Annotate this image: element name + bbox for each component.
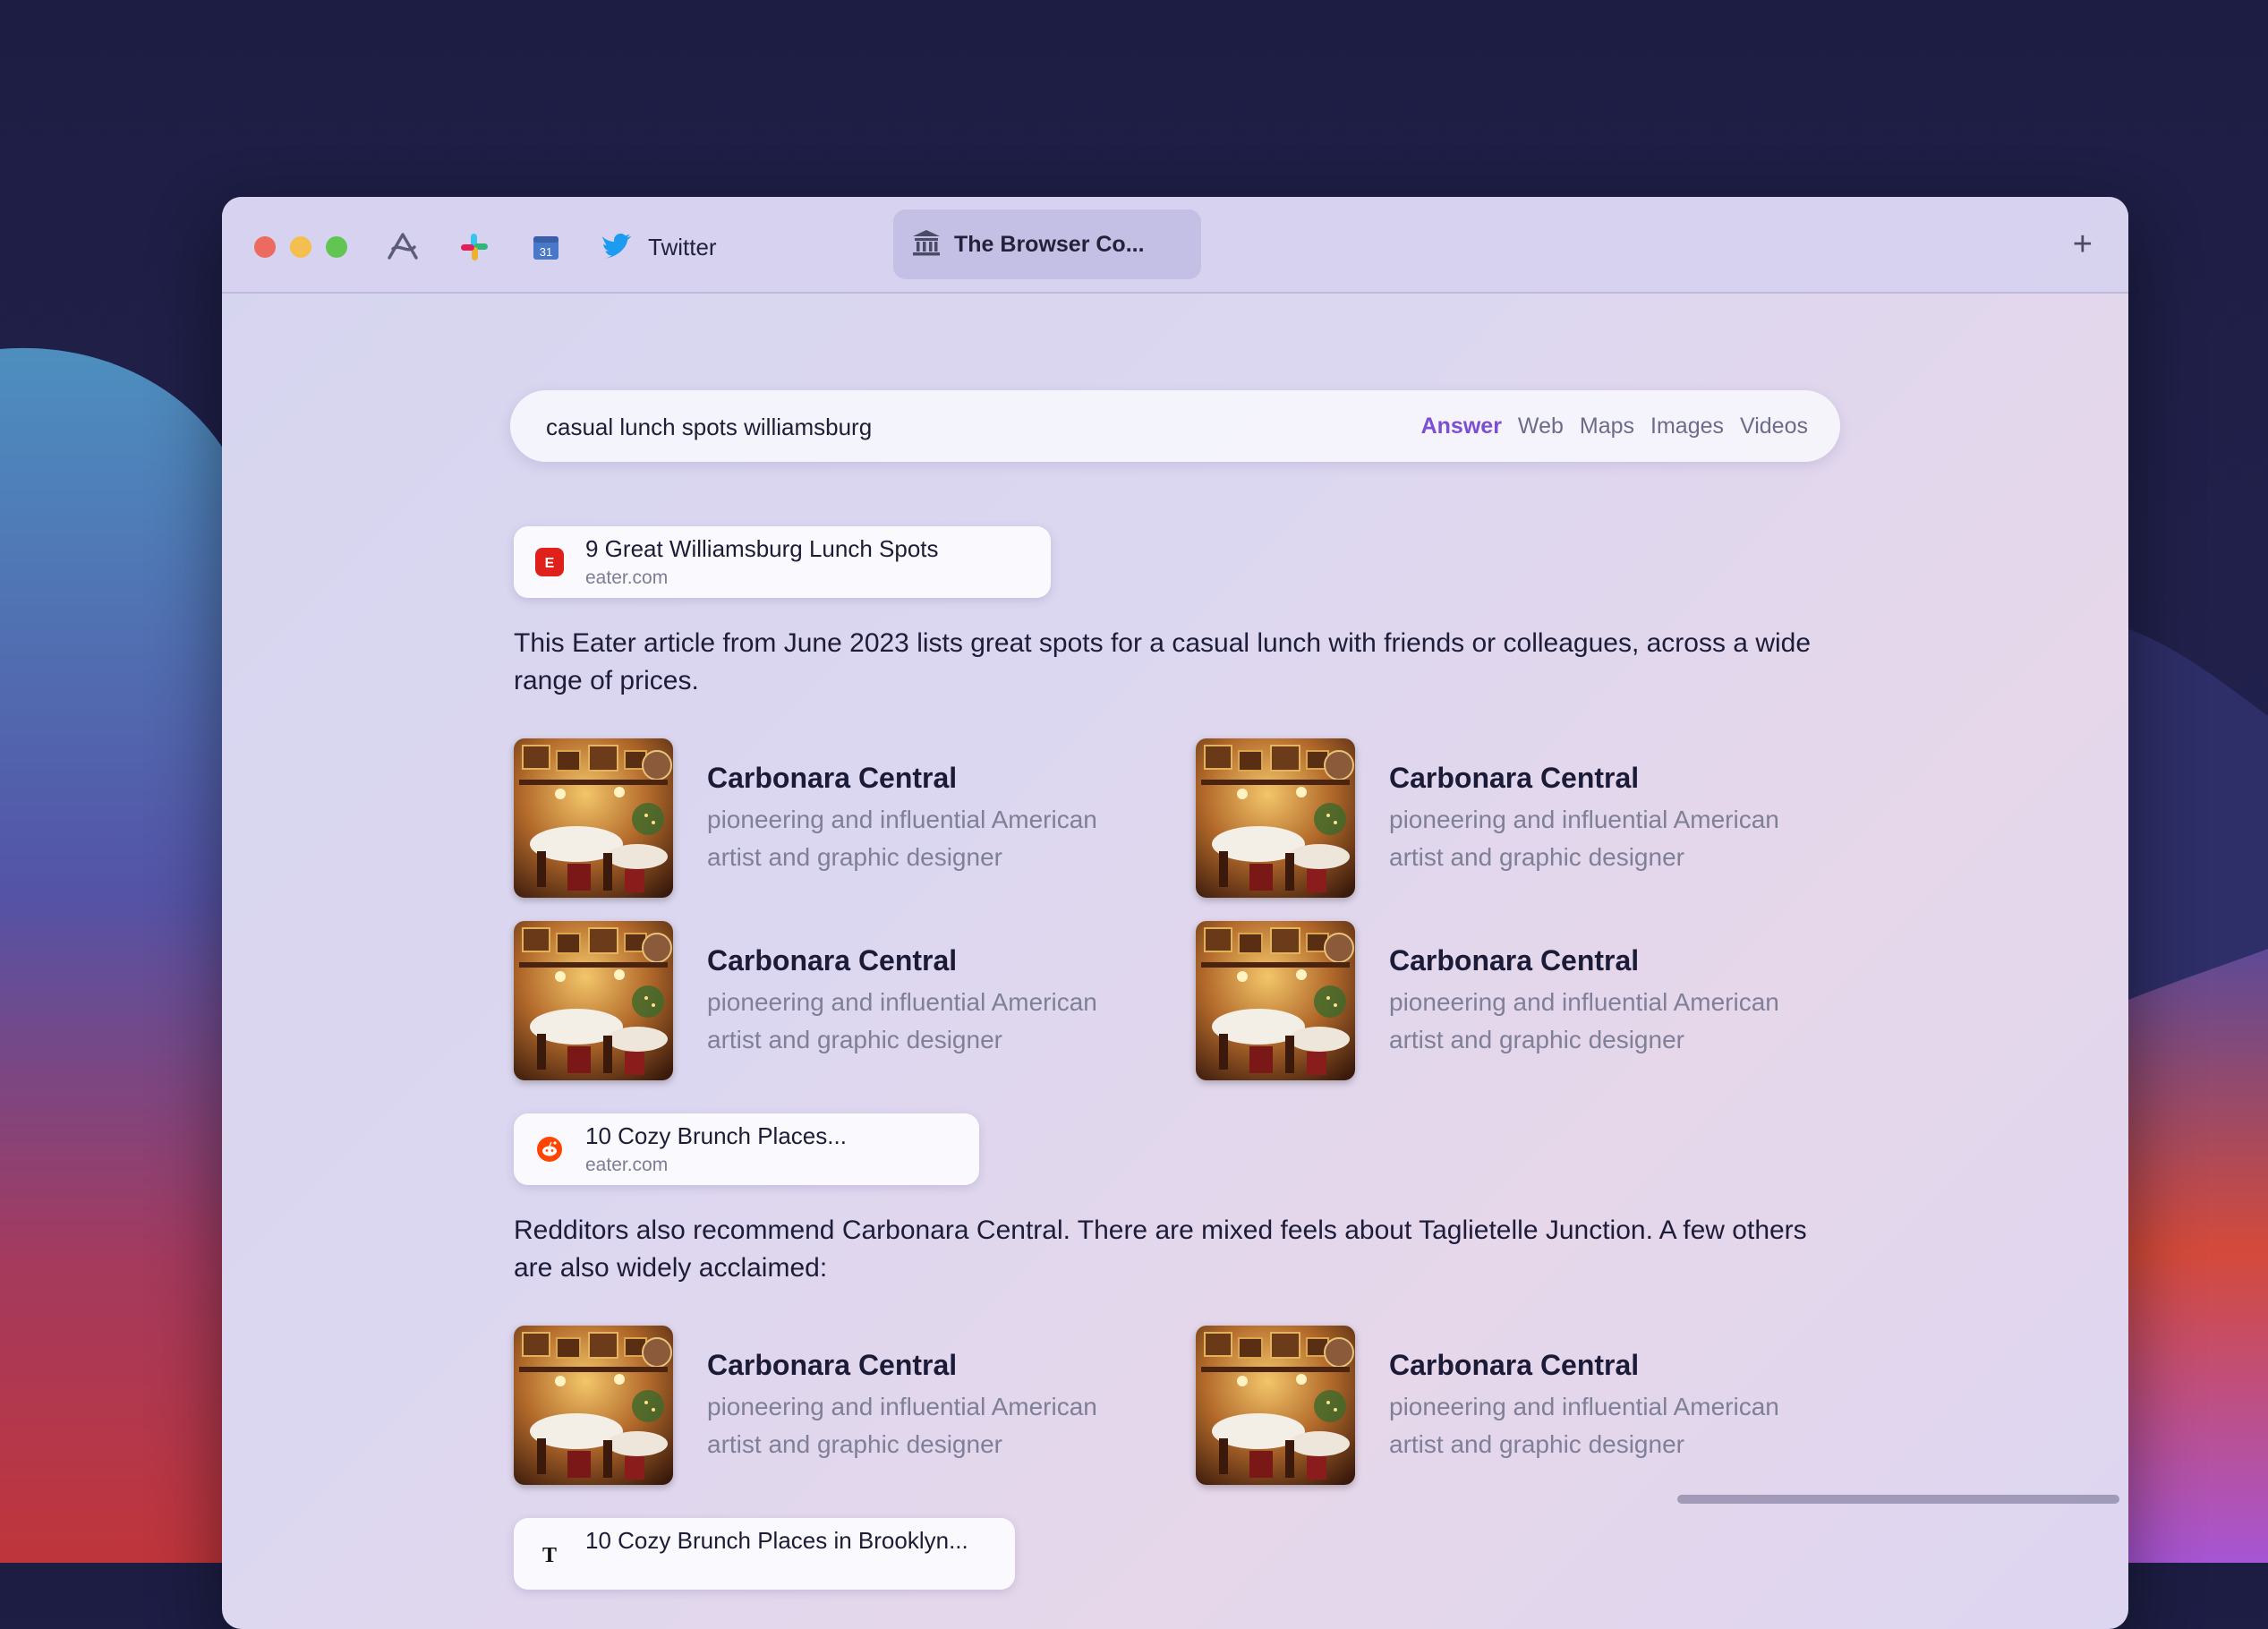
restaurant-thumbnail bbox=[514, 1326, 673, 1485]
card-title: Carbonara Central bbox=[707, 762, 958, 794]
restaurant-thumbnail bbox=[514, 921, 673, 1080]
slack-icon bbox=[455, 227, 494, 267]
result-card[interactable]: Carbonara Central pioneering and influen… bbox=[514, 921, 1140, 1082]
pinned-tab-arc[interactable] bbox=[383, 224, 422, 270]
restaurant-thumbnail bbox=[1196, 1326, 1355, 1485]
bank-building-icon bbox=[911, 228, 942, 261]
calendar-icon: 31 bbox=[526, 227, 566, 267]
card-description: pioneering and influential American arti… bbox=[707, 988, 1097, 1053]
restaurant-thumbnail bbox=[1196, 921, 1355, 1080]
title-bar: 31 Twitter The Browser Co... + bbox=[222, 197, 2128, 294]
card-title: Carbonara Central bbox=[1389, 762, 1640, 794]
pinned-tab-slack[interactable] bbox=[455, 224, 494, 270]
card-title: Carbonara Central bbox=[707, 1349, 958, 1381]
card-title: Carbonara Central bbox=[1389, 944, 1640, 977]
active-tab-title: The Browser Co... bbox=[954, 231, 1145, 257]
active-tab[interactable]: The Browser Co... bbox=[893, 209, 1201, 279]
tab-web[interactable]: Web bbox=[1518, 414, 1564, 439]
arc-icon bbox=[383, 227, 422, 267]
restaurant-thumbnail bbox=[1196, 738, 1355, 898]
source-title: 10 Cozy Brunch Places... bbox=[585, 1122, 847, 1149]
search-query[interactable]: casual lunch spots williamsburg bbox=[546, 414, 872, 441]
tab-maps[interactable]: Maps bbox=[1580, 414, 1634, 439]
result-card[interactable]: Carbonara Central pioneering and influen… bbox=[514, 1326, 1140, 1487]
svg-text:E: E bbox=[545, 556, 555, 571]
card-description: pioneering and influential American arti… bbox=[707, 806, 1097, 871]
search-mode-tabs: Answer Web Maps Images Videos bbox=[1421, 414, 1808, 439]
source-chip-reddit[interactable]: 10 Cozy Brunch Places... eater.com bbox=[514, 1113, 979, 1185]
card-description: pioneering and influential American arti… bbox=[1389, 806, 1779, 871]
twitter-tab-label: Twitter bbox=[648, 233, 717, 260]
source-chip-nytimes[interactable]: T 10 Cozy Brunch Places in Brooklyn... bbox=[514, 1518, 1015, 1590]
svg-text:31: 31 bbox=[540, 245, 552, 259]
search-results-page: casual lunch spots williamsburg Answer W… bbox=[222, 294, 2128, 1629]
source-title: 10 Cozy Brunch Places in Brooklyn... bbox=[585, 1527, 968, 1554]
card-description: pioneering and influential American arti… bbox=[1389, 988, 1779, 1053]
pinned-tab-twitter[interactable]: Twitter bbox=[598, 224, 717, 270]
search-bar[interactable]: casual lunch spots williamsburg Answer W… bbox=[510, 390, 1840, 462]
source-domain: eater.com bbox=[585, 1155, 669, 1175]
restaurant-thumbnail bbox=[514, 738, 673, 898]
close-window-button[interactable] bbox=[254, 236, 276, 258]
card-title: Carbonara Central bbox=[707, 944, 958, 977]
source-chip-eater[interactable]: E 9 Great Williamsburg Lunch Spots eater… bbox=[514, 526, 1051, 598]
minimize-window-button[interactable] bbox=[290, 236, 311, 258]
result-card[interactable]: Carbonara Central pioneering and influen… bbox=[1196, 921, 1822, 1082]
result-card[interactable]: Carbonara Central pioneering and influen… bbox=[1196, 1326, 1822, 1487]
pinned-tab-calendar[interactable]: 31 bbox=[526, 224, 566, 270]
new-tab-button[interactable]: + bbox=[2073, 227, 2093, 261]
zoom-window-button[interactable] bbox=[326, 236, 347, 258]
nytimes-icon: T bbox=[535, 1539, 564, 1568]
card-title: Carbonara Central bbox=[1389, 1349, 1640, 1381]
tab-answer[interactable]: Answer bbox=[1421, 414, 1502, 439]
card-description: pioneering and influential American arti… bbox=[707, 1393, 1097, 1458]
tab-images[interactable]: Images bbox=[1650, 414, 1724, 439]
plus-icon: + bbox=[2072, 226, 2093, 263]
answer-summary: This Eater article from June 2023 lists … bbox=[514, 628, 1812, 695]
twitter-bird-icon bbox=[598, 227, 637, 267]
eater-icon: E bbox=[535, 548, 564, 576]
source-title: 9 Great Williamsburg Lunch Spots bbox=[585, 535, 939, 562]
card-description: pioneering and influential American arti… bbox=[1389, 1393, 1779, 1458]
result-card[interactable]: Carbonara Central pioneering and influen… bbox=[1196, 738, 1822, 900]
horizontal-scrollbar[interactable] bbox=[1677, 1495, 2119, 1504]
tab-videos[interactable]: Videos bbox=[1740, 414, 1808, 439]
reddit-icon bbox=[535, 1135, 564, 1164]
source-domain: eater.com bbox=[585, 567, 669, 588]
browser-window: 31 Twitter The Browser Co... + casual lu… bbox=[222, 197, 2128, 1629]
result-card[interactable]: Carbonara Central pioneering and influen… bbox=[514, 738, 1140, 900]
answer-summary: Redditors also recommend Carbonara Centr… bbox=[514, 1215, 1807, 1283]
svg-text:T: T bbox=[542, 1544, 557, 1566]
